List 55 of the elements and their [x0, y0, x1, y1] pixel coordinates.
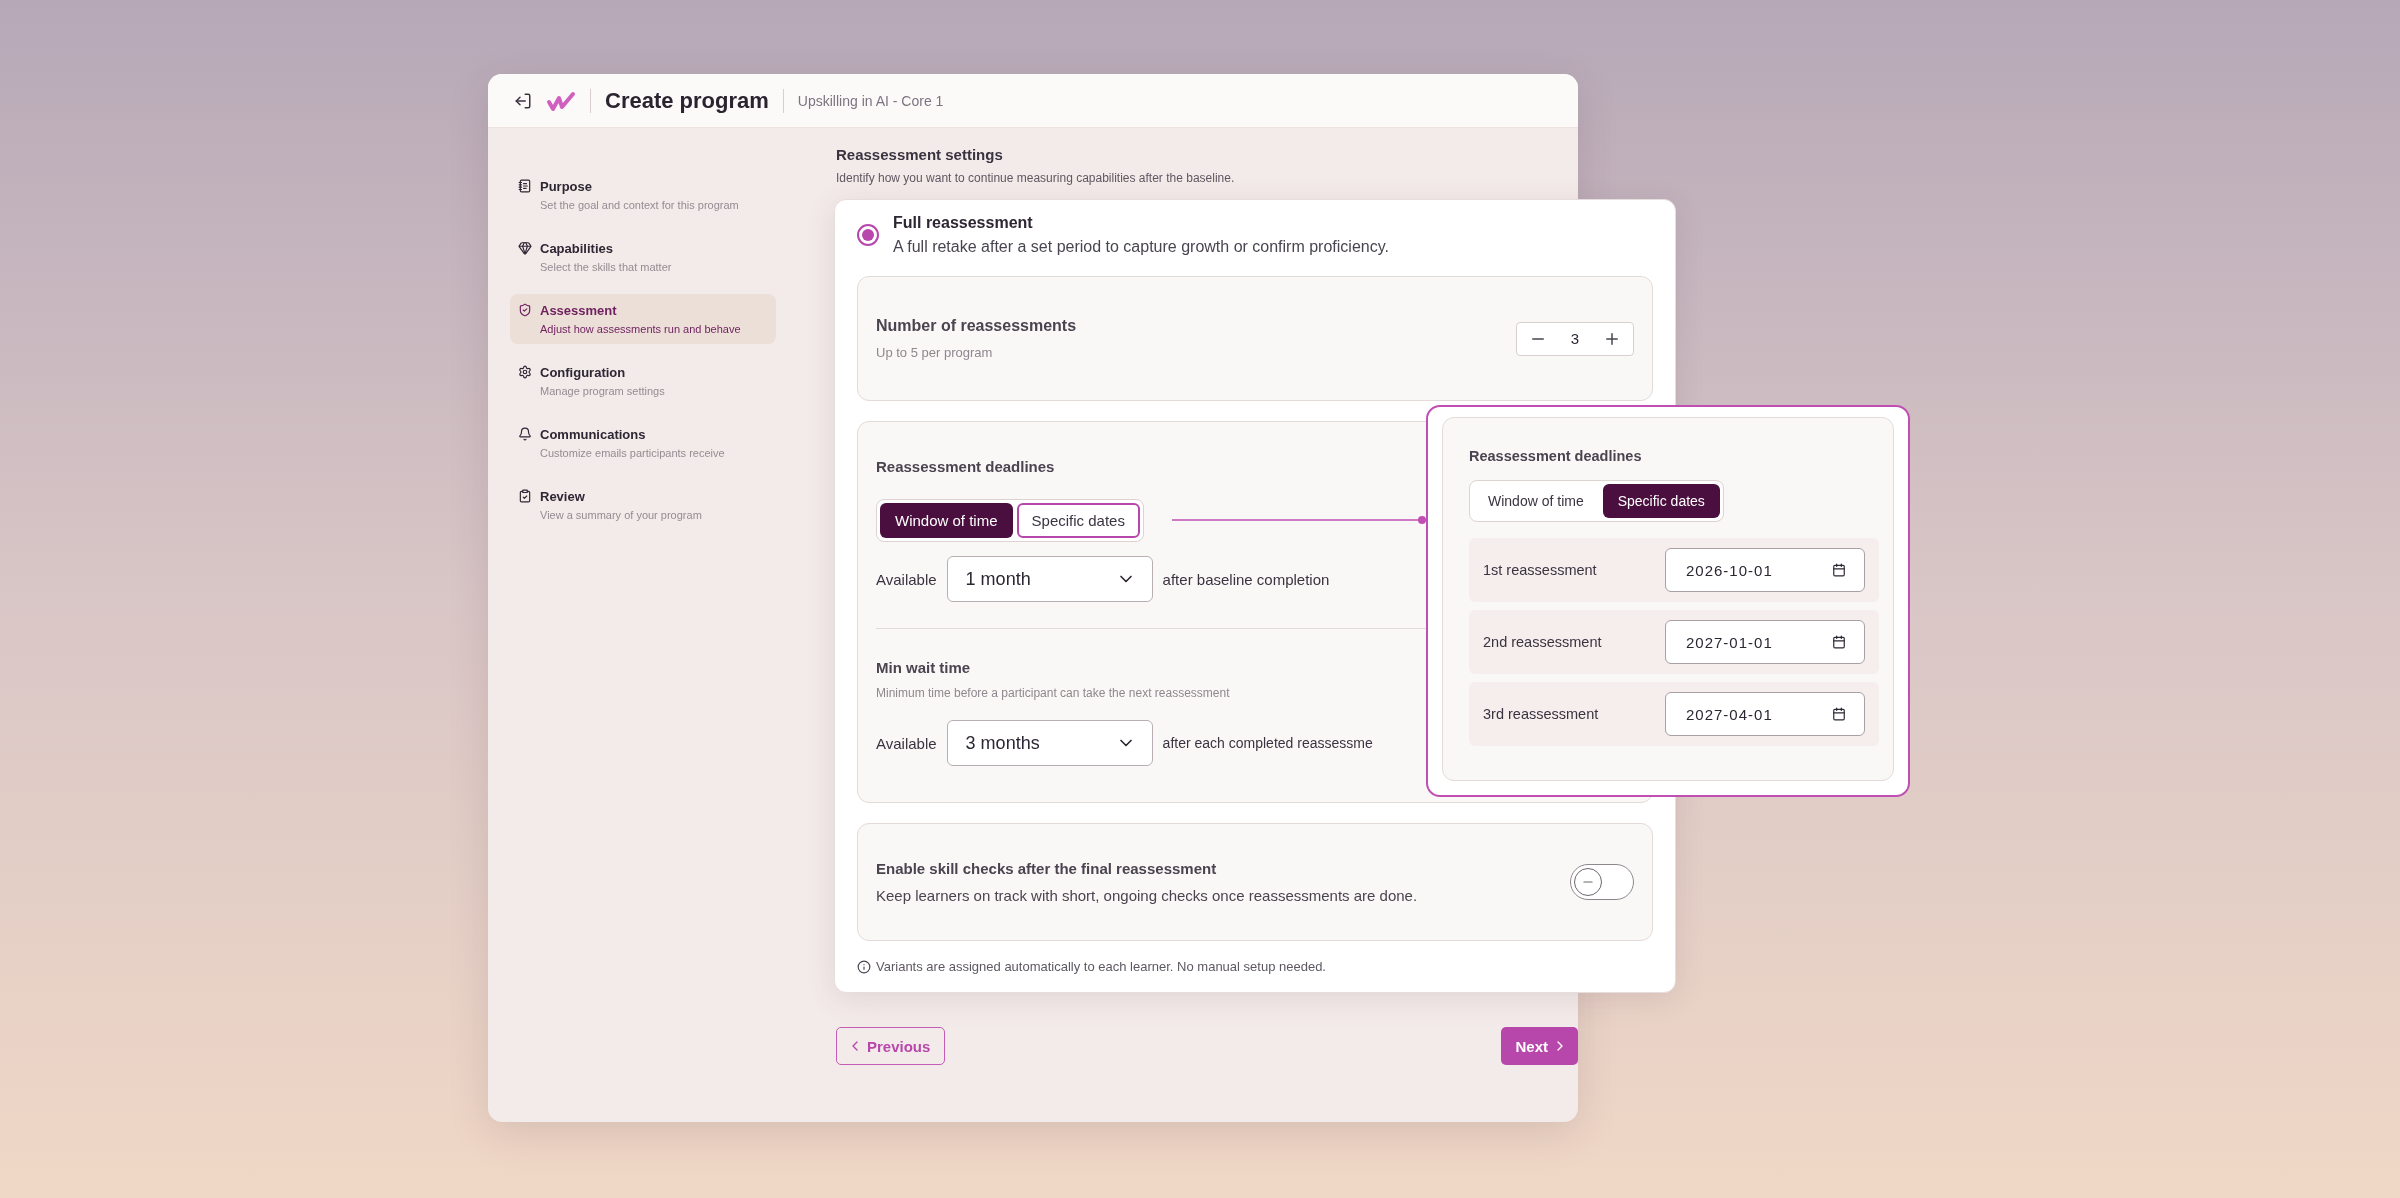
section-description: Identify how you want to continue measuring capabilities after the baseline.	[836, 171, 1236, 185]
logo-icon	[546, 89, 576, 112]
page-title: Create program	[605, 87, 769, 114]
calendar-icon[interactable]	[1832, 707, 1846, 721]
date-field[interactable]: 2027-04-01	[1665, 692, 1865, 736]
mode-tab[interactable]: Specific dates	[1016, 503, 1140, 538]
shield-check-icon	[518, 303, 532, 317]
notebook-icon	[518, 179, 532, 193]
gem-icon	[518, 241, 532, 255]
mode-tab[interactable]: Specific dates	[1602, 484, 1720, 518]
count-title: Number of reassessments	[876, 317, 1077, 335]
note-text: Variants are assigned automatically to each learner. No manual setup needed.	[876, 959, 1326, 974]
available-label: Available	[876, 570, 937, 588]
count-hint: Up to 5 per program	[876, 345, 994, 360]
duration-select[interactable]: 3 months	[946, 720, 1153, 766]
sidebar-item[interactable]: Configuration Manage program settings	[510, 356, 776, 406]
sidebar-item[interactable]: Capabilities Select the skills that matter	[510, 232, 776, 282]
deadlines-title: Reassessment deadlines	[876, 458, 1056, 475]
after-text: after baseline completion	[1162, 570, 1330, 588]
date-field[interactable]: 2026-10-01	[1665, 548, 1865, 592]
sidebar-item[interactable]: Purpose Set the goal and context for this program	[510, 170, 776, 220]
exit-icon[interactable]	[514, 91, 532, 110]
callout-title: Reassessment deadlines	[1469, 448, 1643, 464]
toggle-switch[interactable]	[1570, 864, 1634, 900]
date-label: 3rd reassessment	[1483, 706, 1599, 722]
wait-description: Minimum time before a participant can take the next reassessment	[876, 686, 1231, 700]
after-text: after each completed reassessme	[1162, 735, 1373, 751]
duration-select[interactable]: 1 month	[946, 556, 1153, 602]
section-title: Reassessment settings	[836, 146, 1004, 163]
previous-button[interactable]: Previous	[836, 1027, 946, 1065]
info-icon	[857, 959, 871, 974]
bell-icon	[518, 427, 532, 441]
mode-tab[interactable]: Window of time	[880, 503, 1013, 538]
option-title: Full reassessment	[893, 214, 1034, 232]
toggle-knob	[1574, 868, 1602, 896]
sidebar-item[interactable]: Review View a summary of your program	[510, 480, 776, 530]
calendar-icon[interactable]	[1832, 563, 1846, 577]
date-field[interactable]: 2027-01-01	[1665, 620, 1865, 664]
date-label: 1st reassessment	[1483, 562, 1597, 578]
skill-checks-description: Keep learners on track with short, ongoing checks once reassessments are done.	[876, 887, 1418, 904]
option-description: A full retake after a set period to capture growth or confirm proficiency.	[893, 238, 1389, 256]
sidebar-item[interactable]: Communications Customize emails participants receive	[510, 418, 776, 468]
program-name: Upskilling in AI - Core 1	[797, 92, 944, 109]
wait-title: Min wait time	[876, 659, 972, 676]
settings-icon	[518, 365, 532, 379]
date-label: 2nd reassessment	[1483, 634, 1602, 650]
number-stepper[interactable]: 3	[1515, 321, 1634, 356]
next-button[interactable]: Next	[1501, 1027, 1578, 1065]
calendar-icon[interactable]	[1832, 635, 1846, 649]
radio-button[interactable]	[857, 224, 879, 246]
skill-checks-title: Enable skill checks after the final reassessment	[876, 860, 1218, 877]
mode-tab[interactable]: Window of time	[1473, 484, 1599, 518]
sidebar-item[interactable]: Assessment Adjust how assessments run and behave	[510, 294, 776, 344]
clipboard-check-icon	[518, 489, 532, 503]
available-label: Available	[876, 734, 937, 752]
